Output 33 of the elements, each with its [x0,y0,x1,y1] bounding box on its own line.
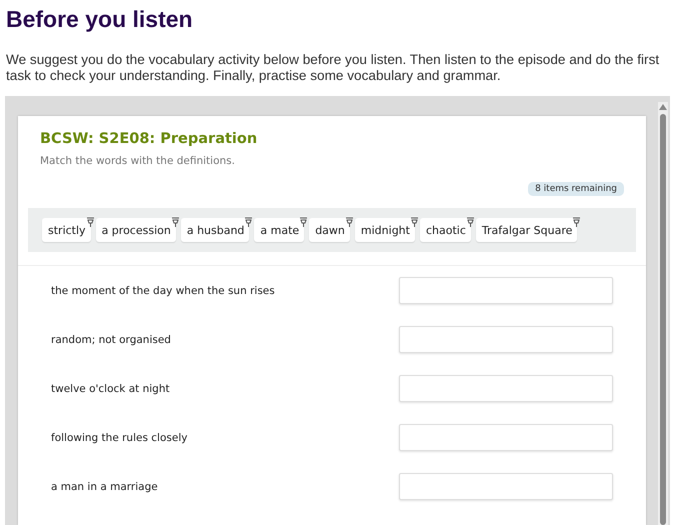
scroll-bar[interactable] [658,102,668,525]
definition-text: the moment of the day when the sun rises [51,284,275,296]
word-chip[interactable]: chaotic [420,218,471,242]
word-chip[interactable]: midnight [354,218,415,242]
answer-field[interactable] [399,375,613,402]
definition-text: a man in a marriage [51,480,158,492]
pin-icon [86,217,95,227]
definition-text: following the rules closely [51,432,188,444]
word-chip[interactable]: Trafalgar Square [476,218,578,242]
answer-field[interactable] [399,326,613,353]
pin-icon [466,217,475,227]
word-chip[interactable]: strictly [42,218,91,242]
intro-paragraph: We suggest you do the vocabulary activity below before you listen. Then listen to the episode and do the first task to check your understanding. Finally, practise some vocabulary and grammar. [6,52,660,84]
pin-icon [244,217,254,227]
pin-icon [170,217,180,227]
word-chip[interactable]: dawn [309,218,350,242]
pin-icon [410,217,419,227]
answer-field[interactable] [399,473,613,500]
instruction-text: Match the words with the definitions. [40,155,236,167]
pin-icon [344,217,354,227]
definition-text: twelve o'clock at night [51,382,170,394]
word-chip[interactable]: a husband [180,218,250,242]
scroll-up-icon[interactable] [659,104,667,110]
page-heading: Before you listen [6,6,194,33]
definition-text: random; not organised [51,334,171,346]
remaining-badge: 8 items remaining [528,182,624,196]
pin-icon [299,217,308,227]
activity-title: BCSW: S2E08: Preparation [40,131,258,147]
word-chip[interactable]: a mate [254,218,304,242]
answer-field[interactable] [399,424,613,451]
answer-field[interactable] [399,277,613,304]
pin-icon [572,217,582,227]
word-chip[interactable]: a procession [96,218,176,242]
